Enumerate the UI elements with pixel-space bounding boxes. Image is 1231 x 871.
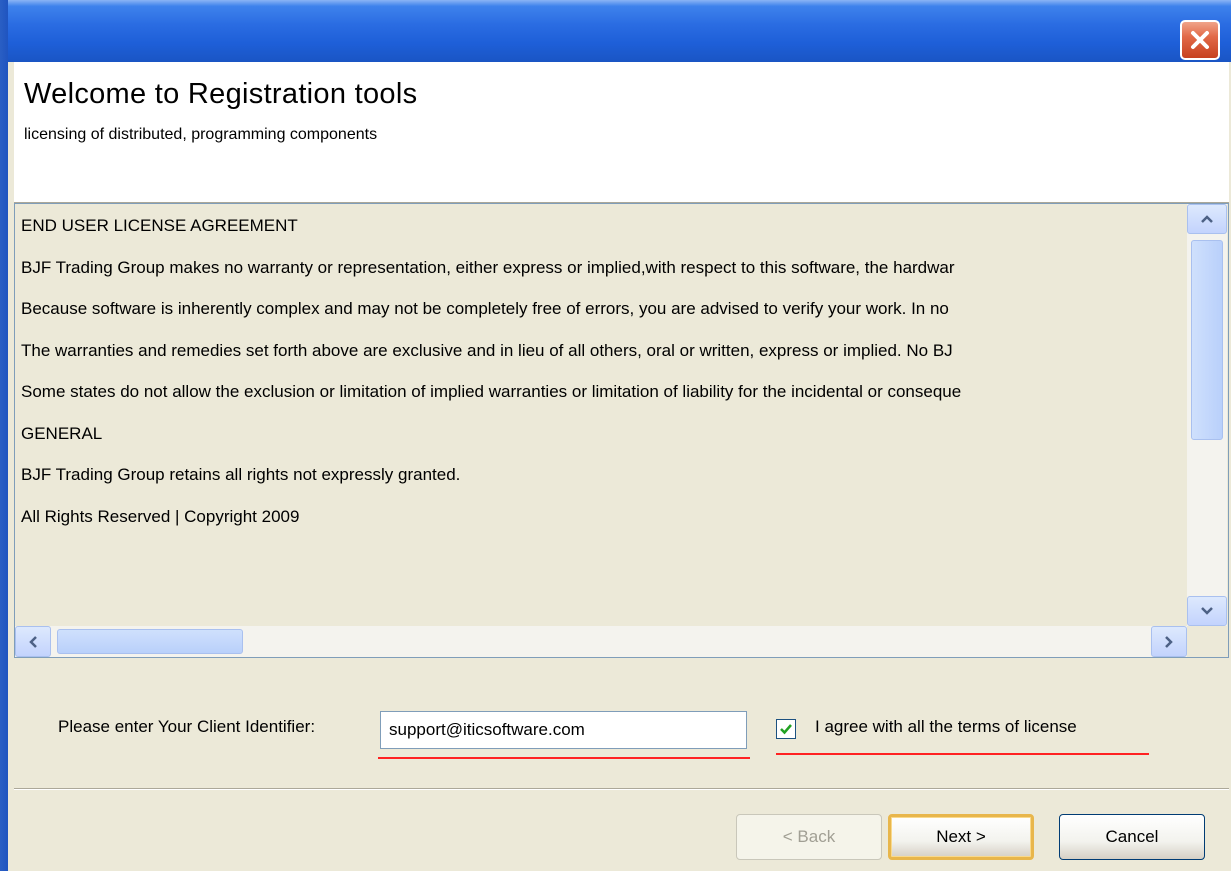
back-button[interactable]: < Back (736, 814, 882, 860)
license-line: Some states do not allow the exclusion o… (21, 382, 962, 401)
client-identifier-label: Please enter Your Client Identifier: (58, 717, 316, 736)
client-identifier-input[interactable] (380, 711, 747, 749)
license-line: The warranties and remedies set forth ab… (21, 340, 953, 360)
separator (14, 788, 1229, 790)
page-subtitle: licensing of distributed, programming co… (24, 126, 378, 143)
vertical-scrollbar[interactable] (1187, 204, 1227, 626)
scroll-up-button[interactable] (1187, 204, 1227, 234)
horizontal-scrollbar[interactable] (15, 626, 1187, 657)
vertical-scroll-thumb[interactable] (1191, 240, 1223, 440)
chevron-left-icon (29, 635, 37, 648)
agree-label[interactable]: I agree with all the terms of license (815, 717, 1077, 737)
window-left-border (0, 0, 8, 871)
scroll-down-button[interactable] (1187, 596, 1227, 626)
checkmark-icon (780, 724, 792, 735)
registration-dialog: Welcome to Registration tools licensing … (0, 0, 1231, 871)
license-line: BJF Trading Group makes no warranty or r… (21, 257, 955, 277)
scroll-left-button[interactable] (15, 626, 51, 657)
license-line: END USER LICENSE AGREEMENT (21, 216, 298, 235)
client-identifier-highlight (378, 757, 750, 759)
next-button[interactable]: Next > (888, 814, 1034, 860)
license-line: Because software is inherently complex a… (21, 299, 949, 318)
agree-checkbox[interactable] (776, 719, 796, 739)
header-panel: Welcome to Registration tools licensing … (14, 62, 1229, 204)
chevron-up-icon (1201, 215, 1213, 223)
title-bar[interactable] (0, 0, 1231, 62)
license-line: All Rights Reserved | Copyright 2009 (21, 506, 300, 526)
page-title: Welcome to Registration tools (24, 78, 418, 110)
close-button[interactable] (1180, 20, 1220, 60)
horizontal-scroll-thumb[interactable] (57, 629, 243, 654)
license-text: END USER LICENSE AGREEMENT BJF Trading G… (21, 212, 1181, 622)
chevron-right-icon (1165, 635, 1173, 648)
close-icon (1191, 31, 1209, 49)
license-line: GENERAL (21, 423, 103, 443)
license-text-area[interactable]: END USER LICENSE AGREEMENT BJF Trading G… (14, 203, 1229, 658)
agree-highlight (776, 753, 1149, 755)
scroll-right-button[interactable] (1151, 626, 1187, 657)
chevron-down-icon (1201, 607, 1213, 615)
cancel-button[interactable]: Cancel (1059, 814, 1205, 860)
scrollbar-corner (1187, 626, 1227, 657)
license-line: BJF Trading Group retains all rights not… (21, 465, 461, 484)
